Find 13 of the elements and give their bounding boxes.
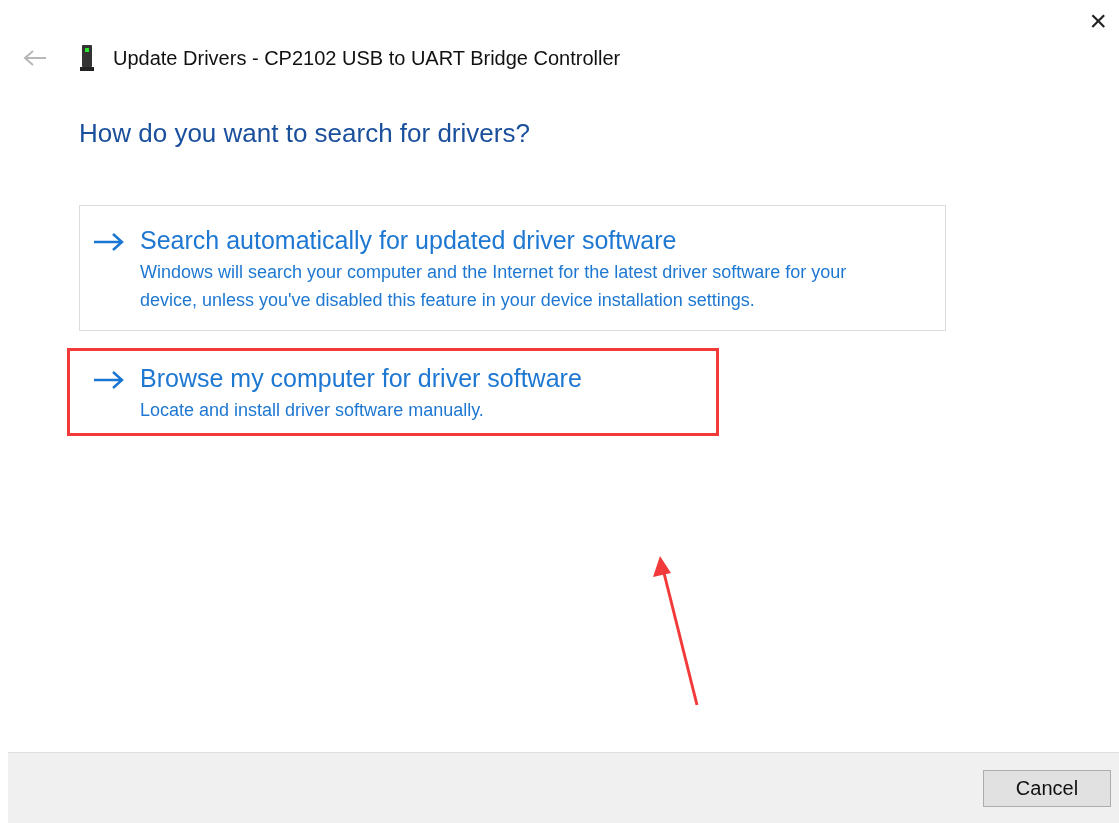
window-title: Update Drivers - CP2102 USB to UART Bridge Controller (113, 46, 621, 71)
option-card[interactable]: Browse my computer for driver software Locate and install driver software manually. (79, 351, 716, 433)
option-title: Search automatically for updated driver software (140, 225, 678, 256)
option-title: Browse my computer for driver software (140, 363, 582, 394)
option-description: Locate and install driver software manually. (140, 399, 485, 422)
page-heading: How do you want to search for drivers? (79, 117, 531, 150)
close-button[interactable]: × (1089, 6, 1107, 34)
arrow-icon (92, 370, 126, 390)
cancel-button[interactable]: Cancel (983, 769, 1111, 807)
option-card[interactable] (79, 205, 946, 331)
usb-device-icon (80, 44, 94, 72)
arrow-icon (92, 232, 126, 252)
option-description: Windows will search your computer and the Internet for the latest driver software for your device, unless you've disabled this feature in your device installation settings. (140, 261, 848, 312)
